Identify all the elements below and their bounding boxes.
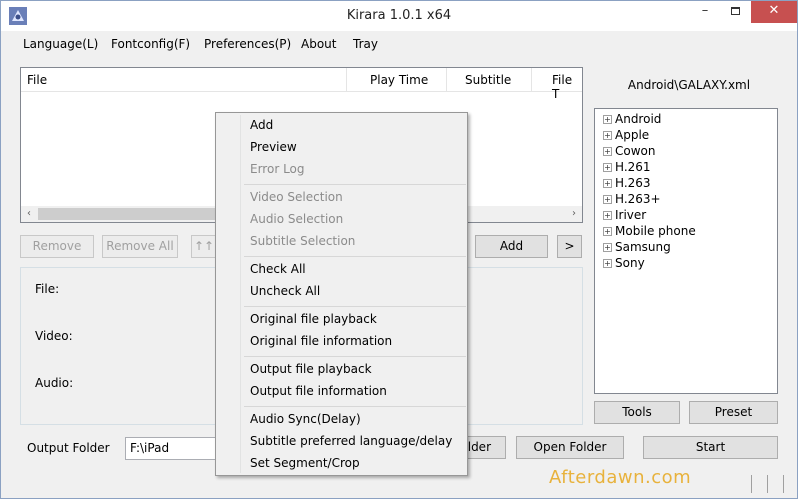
menu-separator bbox=[244, 184, 466, 185]
column-subtitle[interactable]: Subtitle bbox=[465, 73, 511, 87]
tree-item-label: H.263 bbox=[615, 176, 651, 190]
tree-item-label: Cowon bbox=[615, 144, 656, 158]
menu-gutter bbox=[240, 115, 241, 473]
title-bar[interactable]: Kirara 1.0.1 x64 – ✕ bbox=[1, 1, 797, 31]
window-title: Kirara 1.0.1 x64 bbox=[346, 8, 452, 23]
menu-language[interactable]: Language(L) bbox=[23, 37, 98, 51]
close-button[interactable]: ✕ bbox=[751, 1, 797, 23]
app-window: Kirara 1.0.1 x64 – ✕ Language(L) Fontcon… bbox=[0, 0, 798, 499]
menu-separator bbox=[244, 356, 466, 357]
expand-icon[interactable]: + bbox=[603, 131, 612, 140]
tree-item-h263[interactable]: + H.263 bbox=[603, 176, 651, 192]
expand-icon[interactable]: + bbox=[603, 211, 612, 220]
column-divider[interactable] bbox=[531, 68, 532, 92]
tree-item-label: H.261 bbox=[615, 160, 651, 174]
expand-icon[interactable]: + bbox=[603, 195, 612, 204]
expand-icon[interactable]: + bbox=[603, 163, 612, 172]
expand-icon[interactable]: + bbox=[603, 115, 612, 124]
status-divider bbox=[783, 475, 784, 493]
menu-separator bbox=[244, 306, 466, 307]
watermark: Afterdawn.com bbox=[549, 467, 692, 488]
start-button[interactable]: Start bbox=[643, 436, 778, 459]
menu-fontconfig[interactable]: Fontconfig(F) bbox=[111, 37, 190, 51]
audio-info-label: Audio: bbox=[35, 376, 74, 390]
more-button[interactable]: > bbox=[557, 235, 582, 258]
expand-icon[interactable]: + bbox=[603, 179, 612, 188]
tree-item-label: Apple bbox=[615, 128, 650, 142]
device-profile-tree[interactable]: + Android + Apple + Cowon + H.261 + H.263 + H.… bbox=[594, 108, 778, 394]
open-folder-button[interactable]: Open Folder bbox=[516, 436, 624, 459]
menu-separator bbox=[244, 256, 466, 257]
column-divider[interactable] bbox=[346, 68, 347, 92]
menu-about[interactable]: About bbox=[301, 37, 336, 51]
profile-path: Android\GALAXY.xml bbox=[627, 78, 751, 92]
add-button[interactable]: Add bbox=[475, 235, 548, 258]
ctx-subtitle-language[interactable]: Subtitle preferred language/delay bbox=[250, 434, 452, 448]
tools-button[interactable]: Tools bbox=[594, 401, 680, 424]
ctx-original-info[interactable]: Original file information bbox=[250, 334, 392, 348]
ctx-error-log[interactable]: Error Log bbox=[250, 162, 305, 176]
column-divider[interactable] bbox=[446, 68, 447, 92]
expand-icon[interactable]: + bbox=[603, 147, 612, 156]
ctx-segment-crop[interactable]: Set Segment/Crop bbox=[250, 456, 360, 470]
minimize-button[interactable]: – bbox=[691, 1, 719, 23]
move-up-button[interactable]: ↑↑ bbox=[191, 235, 217, 258]
ctx-audio-selection[interactable]: Audio Selection bbox=[250, 212, 343, 226]
ctx-output-playback[interactable]: Output file playback bbox=[250, 362, 372, 376]
remove-all-button[interactable]: Remove All bbox=[102, 235, 178, 258]
tree-item-h263-plus[interactable]: + H.263+ bbox=[603, 192, 661, 208]
ctx-check-all[interactable]: Check All bbox=[250, 262, 306, 276]
tree-item-label: H.263+ bbox=[615, 192, 661, 206]
ctx-subtitle-selection[interactable]: Subtitle Selection bbox=[250, 234, 355, 248]
scroll-left-icon[interactable]: ‹ bbox=[21, 206, 37, 222]
tree-item-android[interactable]: + Android bbox=[603, 112, 661, 128]
tree-item-mobile-phone[interactable]: + Mobile phone bbox=[603, 224, 696, 240]
tree-item-iriver[interactable]: + Iriver bbox=[603, 208, 646, 224]
maximize-button[interactable] bbox=[721, 1, 749, 23]
expand-icon[interactable]: + bbox=[603, 259, 612, 268]
menu-bar: Language(L) Fontconfig(F) Preferences(P)… bbox=[1, 31, 797, 57]
status-divider bbox=[767, 475, 768, 493]
tree-item-cowon[interactable]: + Cowon bbox=[603, 144, 655, 160]
status-divider bbox=[751, 475, 752, 493]
ctx-audio-sync[interactable]: Audio Sync(Delay) bbox=[250, 412, 361, 426]
menu-preferences[interactable]: Preferences(P) bbox=[204, 37, 291, 51]
column-file-type[interactable]: File T bbox=[552, 73, 582, 101]
output-folder-input[interactable]: F:\iPad bbox=[125, 437, 225, 460]
context-menu: Add Preview Error Log Video Selection Au… bbox=[215, 112, 468, 476]
maximize-icon bbox=[730, 7, 740, 15]
expand-icon[interactable]: + bbox=[603, 243, 612, 252]
menu-tray[interactable]: Tray bbox=[353, 37, 378, 51]
ctx-add[interactable]: Add bbox=[250, 118, 273, 132]
column-play-time[interactable]: Play Time bbox=[370, 73, 428, 87]
tree-item-sony[interactable]: + Sony bbox=[603, 256, 645, 272]
tree-item-samsung[interactable]: + Samsung bbox=[603, 240, 671, 256]
file-list-header: File Play Time Subtitle File T bbox=[21, 68, 582, 101]
ctx-original-playback[interactable]: Original file playback bbox=[250, 312, 377, 326]
video-info-label: Video: bbox=[35, 329, 73, 343]
tree-item-apple[interactable]: + Apple bbox=[603, 128, 649, 144]
tree-item-label: Mobile phone bbox=[615, 224, 696, 238]
tree-item-label: Samsung bbox=[615, 240, 671, 254]
expand-icon[interactable]: + bbox=[603, 227, 612, 236]
ctx-uncheck-all[interactable]: Uncheck All bbox=[250, 284, 320, 298]
scrollbar-thumb[interactable] bbox=[38, 208, 238, 220]
tree-item-label: Android bbox=[615, 112, 662, 126]
tree-item-h261[interactable]: + H.261 bbox=[603, 160, 651, 176]
scroll-right-icon[interactable]: › bbox=[566, 206, 582, 222]
preset-button[interactable]: Preset bbox=[689, 401, 778, 424]
ctx-preview[interactable]: Preview bbox=[250, 140, 297, 154]
remove-button[interactable]: Remove bbox=[20, 235, 94, 258]
tree-item-label: Sony bbox=[615, 256, 645, 270]
column-file[interactable]: File bbox=[27, 73, 47, 87]
output-folder-label: Output Folder bbox=[27, 441, 110, 455]
ctx-output-info[interactable]: Output file information bbox=[250, 384, 387, 398]
ctx-video-selection[interactable]: Video Selection bbox=[250, 190, 343, 204]
tree-item-label: Iriver bbox=[615, 208, 647, 222]
file-info-label: File: bbox=[35, 282, 60, 296]
menu-separator bbox=[244, 406, 466, 407]
